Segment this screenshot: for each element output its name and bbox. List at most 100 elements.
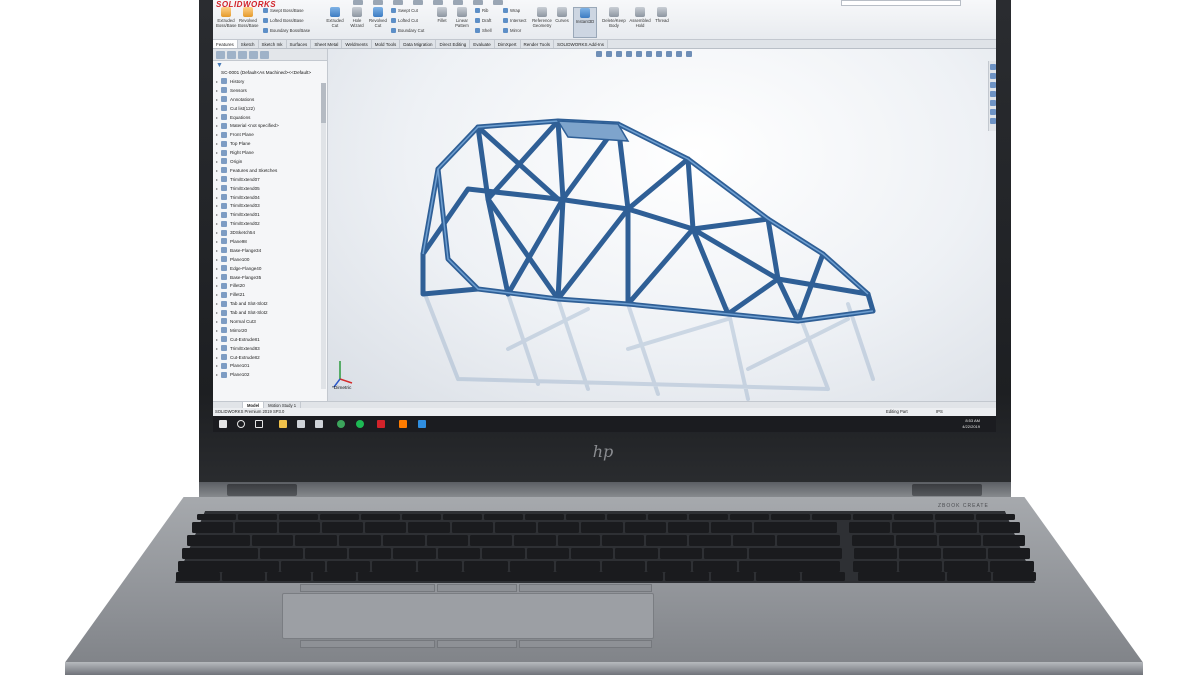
key[interactable] — [976, 514, 1015, 520]
key[interactable] — [615, 548, 658, 559]
key[interactable] — [935, 514, 974, 520]
key[interactable] — [339, 535, 381, 546]
key[interactable] — [470, 535, 513, 546]
key[interactable] — [624, 522, 666, 533]
tree-item[interactable]: ▸ Material <not specified> — [216, 121, 320, 130]
key[interactable] — [494, 522, 536, 533]
left-shift-key[interactable] — [178, 561, 279, 572]
display-manager-tab-icon[interactable] — [260, 51, 269, 59]
key[interactable] — [555, 561, 600, 572]
tree-item[interactable]: ▸ History — [216, 77, 320, 86]
key[interactable] — [689, 535, 732, 546]
boundary-cut-button[interactable]: Boundary Cut — [391, 28, 424, 33]
key[interactable] — [538, 522, 580, 533]
curves-button[interactable]: Curves — [554, 7, 570, 23]
tab-sketch[interactable]: Sketch — [238, 40, 259, 48]
swept-boss-button[interactable]: Swept Boss/Base — [263, 8, 304, 13]
revolved-boss-button[interactable]: Revolved Boss/Base — [238, 7, 259, 28]
key[interactable] — [192, 522, 234, 533]
key[interactable] — [321, 522, 363, 533]
key[interactable] — [939, 535, 982, 546]
fillet-button[interactable]: Fillet — [433, 7, 451, 23]
file-explorer-pane-icon[interactable] — [990, 91, 996, 97]
key[interactable] — [566, 514, 605, 520]
key[interactable] — [372, 561, 417, 572]
tab-data-migration[interactable]: Data Migration — [400, 40, 437, 48]
boundary-boss-button[interactable]: Boundary Boss/Base — [263, 28, 310, 33]
key[interactable] — [983, 535, 1025, 546]
appearances-icon[interactable] — [990, 109, 996, 115]
tree-item[interactable]: ▸ Trim/Extend07 — [216, 175, 320, 184]
tree-item[interactable]: ▸ Trim/Extend03 — [216, 201, 320, 210]
tab-evaluate[interactable]: Evaluate — [470, 40, 495, 48]
key[interactable] — [197, 514, 236, 520]
key[interactable] — [295, 535, 338, 546]
linear-pattern-button[interactable]: Linear Pattern — [452, 7, 472, 28]
tree-item[interactable]: ▸ Cut-Extrude82 — [216, 353, 320, 362]
key[interactable] — [776, 535, 840, 546]
key[interactable] — [320, 514, 359, 520]
tree-item[interactable]: ▸ Sensors — [216, 86, 320, 95]
key[interactable] — [238, 514, 277, 520]
key[interactable] — [482, 548, 525, 559]
tree-item[interactable]: ▸ Plane100 — [216, 255, 320, 264]
tab-sheet-metal[interactable]: Sheet Metal — [311, 40, 343, 48]
key[interactable] — [437, 548, 481, 559]
task-view-icon[interactable] — [255, 420, 263, 428]
intersect-button[interactable]: Intersect — [503, 18, 526, 23]
search-commands-input[interactable] — [841, 0, 961, 6]
tree-item[interactable]: ▸ Base-Flange35 — [216, 273, 320, 282]
tree-item[interactable]: ▸ Features and Sketches — [216, 166, 320, 175]
key[interactable] — [312, 572, 357, 581]
key[interactable] — [733, 535, 775, 546]
store-icon[interactable] — [297, 420, 305, 428]
design-library-icon[interactable] — [990, 82, 996, 88]
draft-button[interactable]: Draft — [475, 18, 491, 23]
tab-mold-tools[interactable]: Mold Tools — [372, 40, 401, 48]
key[interactable] — [659, 548, 703, 559]
tree-item[interactable]: ▸ Cut-Extrude81 — [216, 335, 320, 344]
tree-item[interactable]: ▸ Trim/Extend04 — [216, 193, 320, 202]
chrome-icon[interactable] — [337, 420, 345, 428]
key[interactable] — [408, 522, 450, 533]
tree-item[interactable]: ▸ Top Plane — [216, 139, 320, 148]
scrollbar-thumb[interactable] — [321, 83, 326, 123]
key[interactable] — [853, 514, 892, 520]
touchpad-right-button[interactable] — [519, 584, 652, 592]
search-icon[interactable] — [237, 420, 245, 428]
key[interactable] — [689, 514, 728, 520]
tree-item[interactable]: ▸ Fillet20 — [216, 281, 320, 290]
rib-button[interactable]: Rib — [475, 8, 488, 13]
tree-item[interactable]: ▸ Trim/Extend83 — [216, 344, 320, 353]
tree-item[interactable]: ▸ Plane101 — [216, 362, 320, 371]
tab-dimxpert[interactable]: DimXpert — [495, 40, 521, 48]
key[interactable] — [693, 561, 738, 572]
lofted-cut-button[interactable]: Lofted Cut — [391, 18, 418, 23]
tab-add-ins[interactable]: SOLIDWORKS Add-Ins — [554, 40, 608, 48]
key[interactable] — [393, 548, 436, 559]
key[interactable] — [667, 522, 709, 533]
tree-item[interactable]: ▸ Edge-Flange40 — [216, 264, 320, 273]
key[interactable] — [944, 561, 989, 572]
key[interactable] — [251, 535, 294, 546]
key[interactable] — [894, 514, 933, 520]
key[interactable] — [279, 514, 318, 520]
tab-render-tools[interactable]: Render Tools — [521, 40, 554, 48]
spacebar-key[interactable] — [358, 572, 663, 581]
property-manager-tab-icon[interactable] — [227, 51, 236, 59]
key[interactable] — [278, 522, 320, 533]
tab-weldments[interactable]: Weldments — [342, 40, 372, 48]
key[interactable] — [852, 561, 897, 572]
key[interactable] — [935, 522, 977, 533]
touchpad-middle-button[interactable] — [437, 584, 517, 592]
mirror-button[interactable]: Mirror — [503, 28, 521, 33]
start-icon[interactable] — [219, 420, 227, 428]
tree-item[interactable]: ▸ Trim/Extend05 — [216, 184, 320, 193]
touchpad-bottom-middle-button[interactable] — [437, 640, 517, 648]
revolved-cut-button[interactable]: Revolved Cut — [368, 7, 388, 28]
tab-surfaces[interactable]: Surfaces — [287, 40, 312, 48]
undo-icon[interactable] — [433, 0, 443, 5]
key[interactable] — [898, 548, 942, 559]
file-explorer-icon[interactable] — [279, 420, 287, 428]
key[interactable] — [221, 572, 266, 581]
